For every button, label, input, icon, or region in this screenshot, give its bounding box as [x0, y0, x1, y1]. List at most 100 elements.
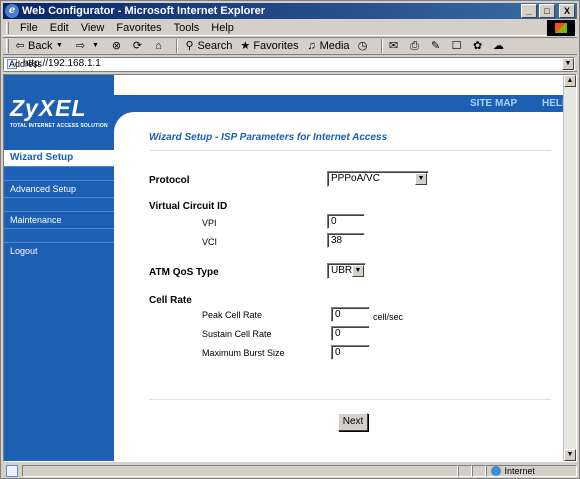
status-pane [457, 465, 472, 477]
vci-label: VCI [202, 237, 218, 247]
protocol-label: Protocol [149, 175, 190, 186]
address-label: Address [9, 58, 43, 69]
chat-button[interactable]: ☁ [492, 39, 507, 53]
chevron-down-icon[interactable]: ▼ [415, 173, 427, 185]
ie-icon: e [5, 4, 19, 18]
vpi-label: VPI [202, 218, 217, 228]
vci-input[interactable]: 38 [327, 233, 365, 248]
chevron-down-icon: ▼ [56, 42, 63, 49]
menu-view[interactable]: View [75, 22, 111, 34]
discuss-icon: ☐ [451, 40, 462, 52]
scroll-up-icon[interactable]: ▲ [564, 75, 576, 87]
status-pane [471, 465, 486, 477]
logo-tagline: TOTAL INTERNET ACCESS SOLUTION [10, 123, 108, 129]
chevron-down-icon: ▼ [92, 42, 99, 49]
menu-favorites[interactable]: Favorites [110, 22, 167, 34]
title-divider [149, 150, 551, 151]
page-status-icon [6, 465, 18, 477]
windows-logo-icon [547, 20, 575, 36]
max-burst-size-label: Maximum Burst Size [202, 348, 285, 358]
discuss-button[interactable]: ☐ [450, 39, 465, 53]
logo-text: ZyXEL [10, 95, 87, 121]
address-input[interactable]: http://192.168.1.1 ▼ [3, 56, 575, 71]
nav-divider [4, 166, 114, 181]
media-icon: ♫ [307, 40, 316, 52]
window-title: Web Configurator - Microsoft Internet Ex… [22, 5, 266, 17]
maximize-button[interactable]: □ [539, 4, 555, 18]
nav-divider [4, 228, 114, 243]
close-button[interactable]: X [559, 4, 575, 18]
media-button[interactable]: ♫ Media [305, 39, 350, 53]
menu-tools[interactable]: Tools [168, 22, 206, 34]
sustain-cell-rate-input[interactable]: 0 [331, 326, 370, 341]
messenger-button[interactable]: ✿ [471, 39, 486, 53]
chevron-down-icon[interactable]: ▼ [352, 265, 364, 277]
search-button[interactable]: ⚲ Search [182, 39, 232, 53]
site-map-link[interactable]: SITE MAP [470, 98, 517, 109]
max-burst-size-input[interactable]: 0 [331, 345, 370, 360]
peak-cell-rate-unit: cell/sec [373, 312, 404, 322]
vcid-label: Virtual Circuit ID [149, 201, 228, 212]
peak-cell-rate-input[interactable]: 0 [331, 307, 370, 322]
stop-button[interactable]: ⊗ [109, 39, 124, 53]
media-label: Media [319, 40, 350, 52]
toolbar-separator [176, 39, 179, 53]
toolbar: ⇦ Back ▼ ⇨ ▼ ⊗ ⟳ ⌂ ⚲ Search ★ Favorites … [3, 37, 577, 55]
vpi-input[interactable]: 0 [327, 214, 365, 229]
search-icon: ⚲ [185, 40, 194, 52]
browser-window: e Web Configurator - Microsoft Internet … [0, 0, 580, 479]
favorites-icon: ★ [240, 40, 251, 52]
home-button[interactable]: ⌂ [151, 39, 166, 53]
sidebar-nav: Wizard Setup Advanced Setup Maintenance … [4, 150, 114, 259]
zyxel-logo: ZyXEL TOTAL INTERNET ACCESS SOLUTION [4, 95, 114, 135]
menu-grip [6, 21, 9, 34]
sidebar-item-maintenance[interactable]: Maintenance [4, 212, 114, 228]
history-icon: ◷ [357, 40, 368, 52]
edit-button[interactable]: ✎ [429, 39, 444, 53]
history-button[interactable]: ◷ [356, 39, 371, 53]
page-title: Wizard Setup - ISP Parameters for Intern… [149, 132, 388, 143]
favorites-button[interactable]: ★ Favorites [238, 39, 298, 53]
next-button[interactable]: Next [338, 413, 368, 431]
minimize-button[interactable]: _ [521, 4, 537, 18]
left-sidebar: ZyXEL TOTAL INTERNET ACCESS SOLUTION Wiz… [4, 75, 114, 461]
messenger-icon: ✿ [472, 40, 483, 52]
sidebar-item-wizard-setup[interactable]: Wizard Setup [4, 150, 114, 166]
protocol-value: PPPoA/VC [331, 173, 380, 184]
forward-arrow-icon: ⇨ [75, 40, 86, 52]
form-divider [149, 399, 551, 400]
back-label: Back [28, 40, 53, 52]
status-pane [21, 465, 458, 477]
nav-divider [4, 197, 114, 212]
qos-select[interactable]: UBR ▼ [327, 263, 366, 279]
stop-icon: ⊗ [111, 40, 122, 52]
search-label: Search [197, 40, 233, 52]
mail-button[interactable]: ✉ [387, 39, 402, 53]
mail-icon: ✉ [388, 40, 399, 52]
favorites-label: Favorites [253, 40, 299, 52]
zone-label: Internet [504, 466, 536, 476]
menu-edit[interactable]: Edit [44, 22, 75, 34]
scroll-down-icon[interactable]: ▼ [564, 449, 576, 461]
page-content: ZyXEL TOTAL INTERNET ACCESS SOLUTION Wiz… [3, 74, 577, 462]
qos-value: UBR [331, 265, 353, 276]
address-bar: Address http://192.168.1.1 ▼ [3, 56, 577, 72]
vertical-scrollbar[interactable]: ▲ ▼ [563, 75, 576, 461]
print-button[interactable]: ⎙ [408, 39, 423, 53]
status-bar: Internet [3, 464, 578, 478]
refresh-button[interactable]: ⟳ [130, 39, 145, 53]
chat-icon: ☁ [493, 40, 505, 52]
menu-help[interactable]: Help [205, 22, 240, 34]
back-arrow-icon: ⇦ [15, 40, 25, 52]
chevron-down-icon[interactable]: ▼ [562, 57, 574, 70]
menu-file[interactable]: File [14, 22, 44, 34]
back-button[interactable]: ⇦ Back ▼ [13, 39, 67, 53]
protocol-select[interactable]: PPPoA/VC ▼ [327, 171, 429, 187]
sidebar-item-logout[interactable]: Logout [4, 243, 114, 259]
sustain-cell-rate-label: Sustain Cell Rate [202, 329, 272, 339]
cell-rate-label: Cell Rate [149, 295, 192, 306]
menu-bar: File Edit View Favorites Tools Help [3, 20, 577, 36]
forward-button[interactable]: ⇨ ▼ [73, 39, 103, 53]
home-icon: ⌂ [155, 40, 162, 52]
sidebar-item-advanced-setup[interactable]: Advanced Setup [4, 181, 114, 197]
